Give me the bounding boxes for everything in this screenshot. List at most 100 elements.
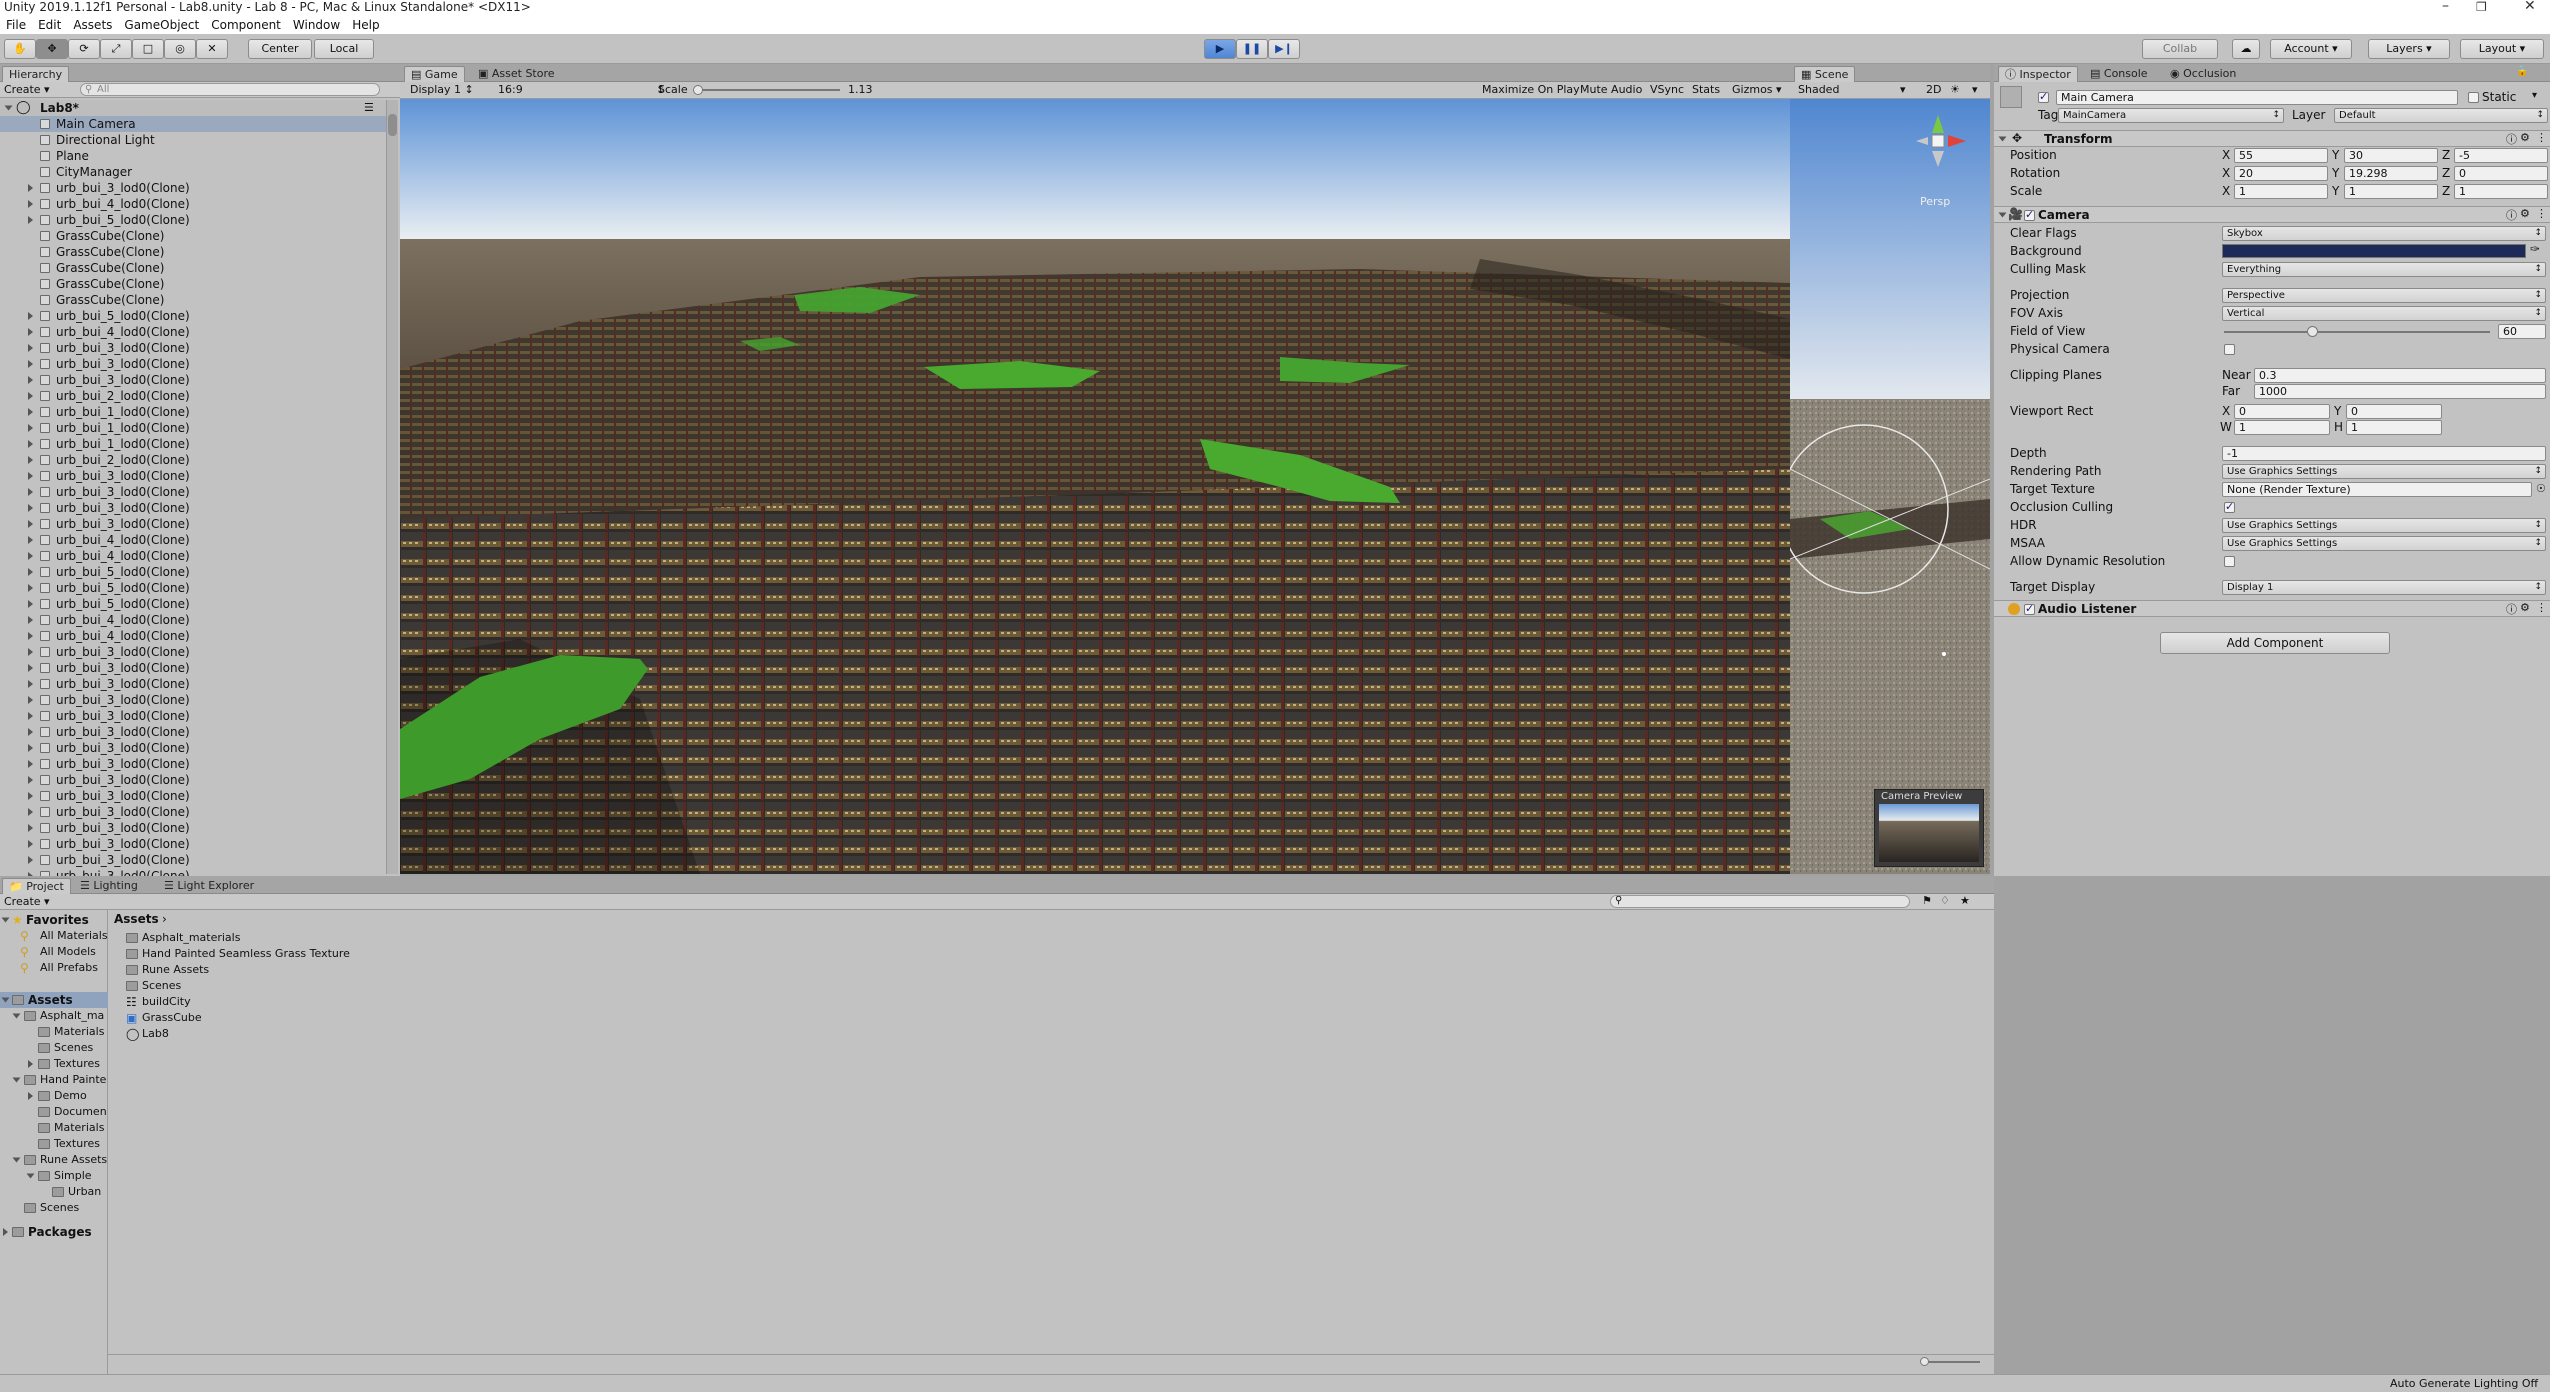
dynamic-resolution-checkbox[interactable]: [2224, 556, 2235, 567]
hierarchy-item[interactable]: urb_bui_3_lod0(Clone): [0, 708, 386, 724]
scale-z-field[interactable]: 1: [2454, 184, 2548, 199]
folder-tree-item[interactable]: Textures: [0, 1056, 108, 1072]
maximize-on-play-toggle[interactable]: Maximize On Play: [1482, 83, 1580, 96]
tag-dropdown[interactable]: MainCamera: [2058, 108, 2284, 123]
folder-tree-item[interactable]: Documen: [0, 1104, 108, 1120]
rect-tool-button[interactable]: □: [132, 39, 164, 59]
expand-arrow-icon[interactable]: [28, 520, 33, 528]
menu-window[interactable]: Window: [293, 18, 340, 32]
hierarchy-item[interactable]: GrassCube(Clone): [0, 292, 386, 308]
static-checkbox[interactable]: [2468, 92, 2479, 103]
audio-listener-header[interactable]: Audio Listener ⓘ ⚙ ⋮: [1994, 600, 2550, 617]
expand-arrow-icon[interactable]: [28, 376, 33, 384]
move-tool-button[interactable]: ✥: [36, 39, 68, 59]
shading-mode-dropdown[interactable]: Shaded: [1798, 83, 1839, 96]
expand-arrow-icon[interactable]: [28, 344, 33, 352]
occlusion-culling-checkbox[interactable]: [2224, 500, 2235, 513]
favorite-item[interactable]: ⚲ All Models: [0, 944, 108, 960]
expand-arrow-icon[interactable]: [28, 1060, 33, 1068]
menu-component[interactable]: Component: [211, 18, 281, 32]
hierarchy-item[interactable]: urb_bui_2_lod0(Clone): [0, 452, 386, 468]
fov-field[interactable]: 60: [2498, 324, 2546, 339]
expand-arrow-icon[interactable]: [28, 840, 33, 848]
viewport-h-field[interactable]: 1: [2346, 420, 2442, 435]
game-viewport[interactable]: [400, 99, 1790, 874]
hierarchy-item[interactable]: urb_bui_1_lod0(Clone): [0, 436, 386, 452]
physical-camera-checkbox[interactable]: [2224, 344, 2235, 355]
viewport-y-field[interactable]: 0: [2346, 404, 2442, 419]
icon-size-thumb[interactable]: [1920, 1357, 1929, 1366]
scale-tool-button[interactable]: ⤢: [100, 39, 132, 59]
expand-arrow-icon[interactable]: [28, 792, 33, 800]
audio-preset-icon[interactable]: ⚙: [2520, 601, 2530, 614]
asset-item[interactable]: Rune Assets: [110, 962, 710, 978]
light-toggle-icon[interactable]: ☀: [1950, 83, 1960, 96]
hierarchy-item[interactable]: urb_bui_5_lod0(Clone): [0, 596, 386, 612]
tab-project[interactable]: 📁 Project: [2, 878, 71, 894]
tab-light-explorer[interactable]: ☰ Light Explorer: [158, 878, 260, 894]
expand-arrow-icon[interactable]: [28, 184, 33, 192]
expand-arrow-icon[interactable]: [12, 1077, 21, 1083]
near-field[interactable]: 0.3: [2254, 368, 2546, 383]
tab-lighting[interactable]: ☰ Lighting: [74, 878, 144, 894]
hierarchy-item[interactable]: urb_bui_3_lod0(Clone): [0, 644, 386, 660]
camera-fold-icon[interactable]: [1998, 212, 2007, 218]
hierarchy-item[interactable]: urb_bui_3_lod0(Clone): [0, 180, 386, 196]
camera-help-icon[interactable]: ⓘ: [2506, 207, 2517, 223]
scene-gizmo[interactable]: [1898, 107, 1978, 175]
hierarchy-item[interactable]: urb_bui_4_lod0(Clone): [0, 612, 386, 628]
hierarchy-item[interactable]: urb_bui_3_lod0(Clone): [0, 356, 386, 372]
expand-arrow-icon[interactable]: [28, 200, 33, 208]
fov-slider-thumb[interactable]: [2306, 326, 2318, 337]
background-color-swatch[interactable]: [2222, 244, 2526, 258]
expand-arrow-icon[interactable]: [28, 728, 33, 736]
hierarchy-item[interactable]: urb_bui_3_lod0(Clone): [0, 756, 386, 772]
position-z-field[interactable]: -5: [2454, 148, 2548, 163]
hierarchy-item[interactable]: GrassCube(Clone): [0, 244, 386, 260]
minimize-icon[interactable]: –: [2442, 0, 2449, 13]
folder-tree-item[interactable]: Simple: [0, 1168, 108, 1184]
hierarchy-item[interactable]: urb_bui_2_lod0(Clone): [0, 388, 386, 404]
depth-field[interactable]: -1: [2222, 446, 2546, 461]
folder-tree-item[interactable]: Materials: [0, 1024, 108, 1040]
scene-menu-icon[interactable]: ☰: [364, 100, 374, 116]
expand-arrow-icon[interactable]: [28, 760, 33, 768]
hierarchy-item[interactable]: urb_bui_4_lod0(Clone): [0, 196, 386, 212]
hierarchy-item[interactable]: urb_bui_3_lod0(Clone): [0, 340, 386, 356]
persp-label[interactable]: Persp: [1920, 195, 1950, 208]
asset-item[interactable]: ◯ Lab8: [110, 1026, 710, 1042]
collab-dropdown[interactable]: Collab: [2142, 39, 2218, 59]
expand-arrow-icon[interactable]: [28, 824, 33, 832]
audio-help-icon[interactable]: ⓘ: [2506, 601, 2517, 617]
project-create-button[interactable]: Create ▾: [4, 895, 50, 908]
far-field[interactable]: 1000: [2254, 384, 2546, 399]
expand-arrow-icon[interactable]: [28, 856, 33, 864]
expand-arrow-icon[interactable]: [28, 456, 33, 464]
expand-arrow-icon[interactable]: [28, 392, 33, 400]
expand-arrow-icon[interactable]: [26, 1173, 35, 1179]
static-dropdown-icon[interactable]: ▾: [2532, 90, 2537, 101]
hierarchy-item[interactable]: urb_bui_4_lod0(Clone): [0, 628, 386, 644]
viewport-w-field[interactable]: 1: [2234, 420, 2330, 435]
layout-dropdown[interactable]: Layout ▾: [2460, 39, 2544, 59]
expand-arrow-icon[interactable]: [28, 424, 33, 432]
scene-more-icon[interactable]: ▾: [1972, 83, 1978, 96]
2d-mode-toggle[interactable]: 2D: [1926, 83, 1941, 96]
transform-header[interactable]: ✥ Transform ⓘ ⚙ ⋮: [1994, 130, 2550, 147]
expand-arrow-icon[interactable]: [28, 360, 33, 368]
expand-arrow-icon[interactable]: [28, 808, 33, 816]
clear-flags-dropdown[interactable]: Skybox: [2222, 226, 2546, 241]
camera-header[interactable]: 🎥 Camera ⓘ ⚙ ⋮: [1994, 206, 2550, 223]
transform-help-icon[interactable]: ⓘ: [2506, 131, 2517, 147]
favorites-row[interactable]: ★ Favorites: [0, 912, 108, 928]
breadcrumb-assets[interactable]: Assets: [114, 912, 159, 926]
asset-item[interactable]: ☷ buildCity: [110, 994, 710, 1010]
asset-item[interactable]: Asphalt_materials: [110, 930, 710, 946]
audio-listener-enabled-checkbox[interactable]: [2024, 602, 2035, 615]
transform-tool-button[interactable]: ◎: [164, 39, 196, 59]
account-dropdown[interactable]: Account ▾: [2270, 39, 2352, 59]
favorite-star-icon[interactable]: ★: [1960, 894, 1970, 907]
layer-dropdown[interactable]: Default: [2334, 108, 2548, 123]
filter-label-icon[interactable]: ♢: [1940, 894, 1950, 907]
target-texture-field[interactable]: None (Render Texture): [2222, 482, 2532, 497]
